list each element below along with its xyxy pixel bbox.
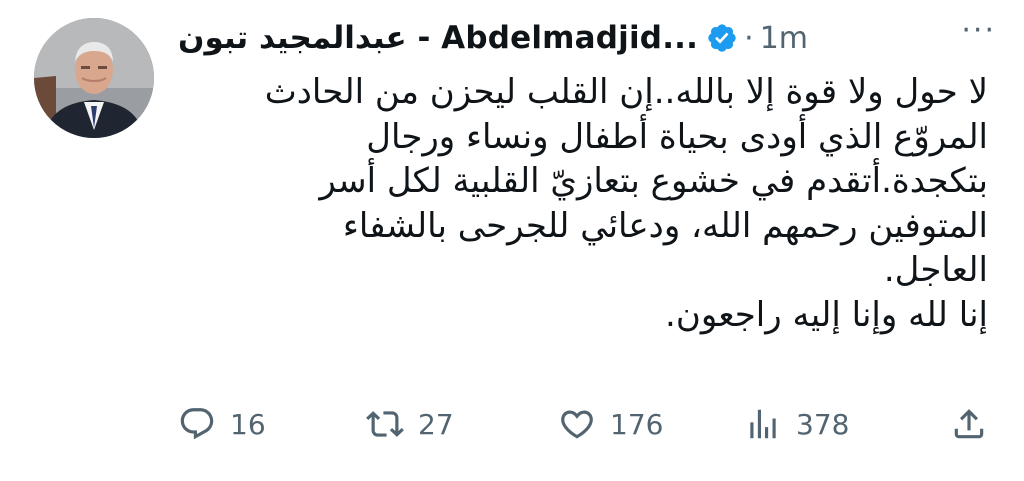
timestamp[interactable]: 1m xyxy=(760,21,808,56)
avatar-photo xyxy=(34,18,154,138)
share-button[interactable] xyxy=(950,405,988,443)
header-separator: · xyxy=(744,20,754,56)
more-icon[interactable]: ··· xyxy=(961,16,996,60)
views-button[interactable]: 378 xyxy=(744,405,950,443)
tweet-text-line: لا حول ولا قوة إلا بالله..إن القلب ليحزن… xyxy=(264,72,988,112)
like-button[interactable]: 176 xyxy=(558,405,744,443)
tweet[interactable]: عبدالمجيد تبون - Abdelmadjid... · 1m ···… xyxy=(0,0,1024,481)
share-icon xyxy=(954,409,984,439)
views-count: 378 xyxy=(796,407,850,441)
tweet-header: عبدالمجيد تبون - Abdelmadjid... · 1m ··· xyxy=(178,12,996,64)
retweet-icon xyxy=(366,411,404,437)
tweet-text-line: المتوفين رحمهم الله، ودعائي للجرحى بالشف… xyxy=(342,205,988,246)
avatar[interactable] xyxy=(34,18,154,138)
tweet-text: لا حول ولا قوة إلا بالله..إن القلب ليحزن… xyxy=(178,70,988,337)
author-name[interactable]: عبدالمجيد تبون - Abdelmadjid... xyxy=(178,20,698,56)
tweet-text-line: المروّع الذي أودى بحياة أطفال ونساء ورجا… xyxy=(366,116,988,157)
action-bar: 16 27 176 378 xyxy=(178,398,988,450)
views-icon xyxy=(750,409,776,439)
retweet-button[interactable]: 27 xyxy=(366,405,558,443)
reply-count: 16 xyxy=(230,407,266,441)
reply-icon xyxy=(180,408,214,440)
like-icon xyxy=(561,410,593,439)
reply-button[interactable]: 16 xyxy=(178,405,366,443)
tweet-text-line: العاجل. xyxy=(883,250,988,290)
verified-badge-icon xyxy=(706,22,738,54)
tweet-text-line: إنا لله وإنا إليه راجعون. xyxy=(665,294,988,335)
tweet-text-line: بتكجدة.أتقدم في خشوع بتعازيّ القلبية لكل… xyxy=(319,161,988,201)
retweet-count: 27 xyxy=(418,407,454,441)
like-count: 176 xyxy=(610,407,664,441)
